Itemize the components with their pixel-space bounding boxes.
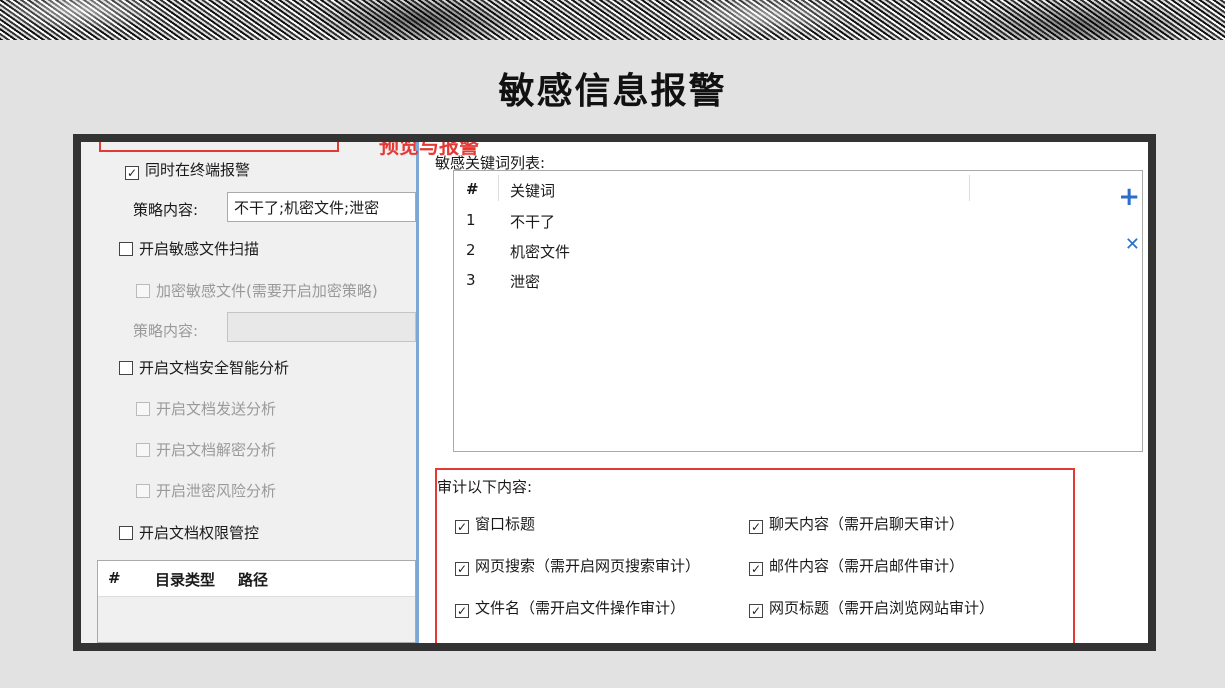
checkbox-checked-icon: ✓ <box>455 562 469 576</box>
policy-content-input-disabled[interactable] <box>227 312 416 342</box>
audit-item-label: 窗口标题 <box>475 515 536 533</box>
row-num: 1 <box>466 211 476 229</box>
screenshot-frame: ✓ 同时在终端报警 策略内容: 不干了;机密文件;泄密 开启敏感文件扫描 加密敏感… <box>73 134 1156 651</box>
delete-icon[interactable]: ✕ <box>1125 234 1140 255</box>
doc-send-checkbox[interactable]: 开启文档发送分析 <box>136 398 276 419</box>
doc-decrypt-label: 开启文档解密分析 <box>156 441 277 459</box>
audit-web-search-checkbox[interactable]: ✓ 网页搜索（需开启网页搜索审计） <box>455 555 700 576</box>
doc-security-checkbox[interactable]: 开启文档安全智能分析 <box>119 357 289 378</box>
row-keyword: 机密文件 <box>510 243 571 261</box>
column-separator[interactable] <box>498 175 499 201</box>
doc-security-label: 开启文档安全智能分析 <box>139 359 290 377</box>
policy-label-2: 策略内容: <box>133 322 199 340</box>
audit-web-title-checkbox[interactable]: ✓ 网页标题（需开启浏览网站审计） <box>749 597 994 618</box>
audit-item-label: 网页搜索（需开启网页搜索审计） <box>475 557 701 575</box>
table-row[interactable]: 3 泄密 <box>466 271 540 291</box>
checkbox-checked-icon: ✓ <box>749 562 763 576</box>
sensitive-scan-label: 开启敏感文件扫描 <box>139 240 260 258</box>
audit-label: 审计以下内容: <box>437 478 533 496</box>
checkbox-unchecked-icon <box>119 242 133 256</box>
checkbox-checked-icon: ✓ <box>125 166 139 180</box>
kw-col-keyword[interactable]: 关键词 <box>510 180 555 201</box>
left-settings-pane: ✓ 同时在终端报警 策略内容: 不干了;机密文件;泄密 开启敏感文件扫描 加密敏感… <box>81 142 416 643</box>
checkbox-unchecked-icon <box>119 526 133 540</box>
audit-item-label: 邮件内容（需开启邮件审计） <box>769 557 965 575</box>
encrypt-sensitive-label: 加密敏感文件(需要开启加密策略) <box>156 282 378 300</box>
keyword-table: # 关键词 1 不干了 2 机密文件 3 泄密 <box>453 170 1143 452</box>
leak-risk-label: 开启泄密风险分析 <box>156 482 277 500</box>
checkbox-disabled-icon <box>136 443 150 457</box>
audit-window-title-checkbox[interactable]: ✓ 窗口标题 <box>455 513 535 534</box>
doc-permission-checkbox[interactable]: 开启文档权限管控 <box>119 522 259 543</box>
policy-label-1: 策略内容: <box>133 201 199 219</box>
column-separator[interactable] <box>969 175 970 201</box>
policy-content-input[interactable]: 不干了;机密文件;泄密 <box>227 192 416 222</box>
leak-risk-checkbox[interactable]: 开启泄密风险分析 <box>136 480 276 501</box>
sync-alarm-checkbox[interactable]: ✓ 同时在终端报警 <box>125 159 250 180</box>
audit-item-label: 聊天内容（需开启聊天审计） <box>769 515 965 533</box>
checkbox-checked-icon: ✓ <box>749 520 763 534</box>
kw-col-num[interactable]: # <box>466 180 479 198</box>
row-keyword: 不干了 <box>510 213 556 231</box>
doc-decrypt-checkbox[interactable]: 开启文档解密分析 <box>136 439 276 460</box>
encrypt-sensitive-checkbox[interactable]: 加密敏感文件(需要开启加密策略) <box>136 280 378 301</box>
audit-item-label: 文件名（需开启文件操作审计） <box>475 599 686 617</box>
doc-send-label: 开启文档发送分析 <box>156 400 277 418</box>
checkbox-disabled-icon <box>136 284 150 298</box>
dir-col-path[interactable]: 路径 <box>238 569 268 590</box>
dir-col-num[interactable]: # <box>108 569 121 587</box>
checkbox-unchecked-icon <box>119 361 133 375</box>
directory-table: # 目录类型 路径 <box>97 560 416 643</box>
right-settings-pane: 预览与报警 敏感关键词列表: # 关键词 1 不干了 2 机密文件 3 泄密 +… <box>379 142 1148 643</box>
dir-col-type[interactable]: 目录类型 <box>155 569 215 590</box>
checkbox-disabled-icon <box>136 484 150 498</box>
sensitive-scan-checkbox[interactable]: 开启敏感文件扫描 <box>119 238 259 259</box>
checkbox-checked-icon: ✓ <box>455 604 469 618</box>
row-keyword: 泄密 <box>510 273 541 291</box>
audit-mail-checkbox[interactable]: ✓ 邮件内容（需开启邮件审计） <box>749 555 964 576</box>
table-row[interactable]: 2 机密文件 <box>466 241 570 261</box>
row-num: 3 <box>466 271 476 289</box>
audit-chat-checkbox[interactable]: ✓ 聊天内容（需开启聊天审计） <box>749 513 964 534</box>
add-icon[interactable]: + <box>1118 182 1140 212</box>
checkbox-checked-icon: ✓ <box>749 604 763 618</box>
table-row[interactable]: 1 不干了 <box>466 211 555 231</box>
sync-alarm-label: 同时在终端报警 <box>145 161 251 179</box>
checkbox-disabled-icon <box>136 402 150 416</box>
directory-table-header: # 目录类型 路径 <box>98 561 415 597</box>
header-texture-banner <box>0 0 1225 40</box>
checkbox-checked-icon: ✓ <box>455 520 469 534</box>
row-num: 2 <box>466 241 476 259</box>
audit-item-label: 网页标题（需开启浏览网站审计） <box>769 599 995 617</box>
slide-title: 敏感信息报警 <box>498 70 727 112</box>
audit-filename-checkbox[interactable]: ✓ 文件名（需开启文件操作审计） <box>455 597 685 618</box>
doc-permission-label: 开启文档权限管控 <box>139 524 260 542</box>
keyword-table-header: # 关键词 <box>454 171 1142 205</box>
highlight-box-top <box>99 142 339 152</box>
settings-window: ✓ 同时在终端报警 策略内容: 不干了;机密文件;泄密 开启敏感文件扫描 加密敏感… <box>81 142 1148 643</box>
